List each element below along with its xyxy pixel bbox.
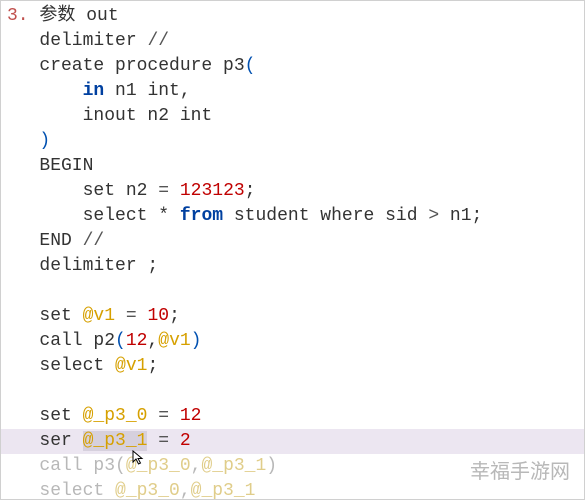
code-line: set @_p3_0 = 12	[7, 404, 584, 429]
code-line: inout n2 int	[7, 104, 584, 129]
code-line: END //	[7, 229, 584, 254]
blank-line	[7, 379, 584, 404]
code-line: set @v1 = 10;	[7, 304, 584, 329]
code-line: select @v1;	[7, 354, 584, 379]
list-number: 3.	[7, 6, 29, 26]
code-line: BEGIN	[7, 154, 584, 179]
code-line: )	[7, 129, 584, 154]
code-line: select * from student where sid > n1;	[7, 204, 584, 229]
blank-line	[7, 279, 584, 304]
code-line-highlighted: ser @_p3_1 = 2	[1, 429, 584, 454]
watermark-text: 幸福手游网	[470, 460, 570, 485]
code-line: set n2 = 123123;	[7, 179, 584, 204]
code-line: delimiter //	[7, 29, 584, 54]
code-line: 3. 参数 out	[7, 4, 584, 29]
code-line: delimiter ;	[7, 254, 584, 279]
code-block: 3. 参数 out delimiter // create procedure …	[1, 1, 584, 504]
code-line: create procedure p3(	[7, 54, 584, 79]
code-line: in n1 int,	[7, 79, 584, 104]
selected-text: @_p3_1	[83, 431, 148, 451]
code-line: call p2(12,@v1)	[7, 329, 584, 354]
